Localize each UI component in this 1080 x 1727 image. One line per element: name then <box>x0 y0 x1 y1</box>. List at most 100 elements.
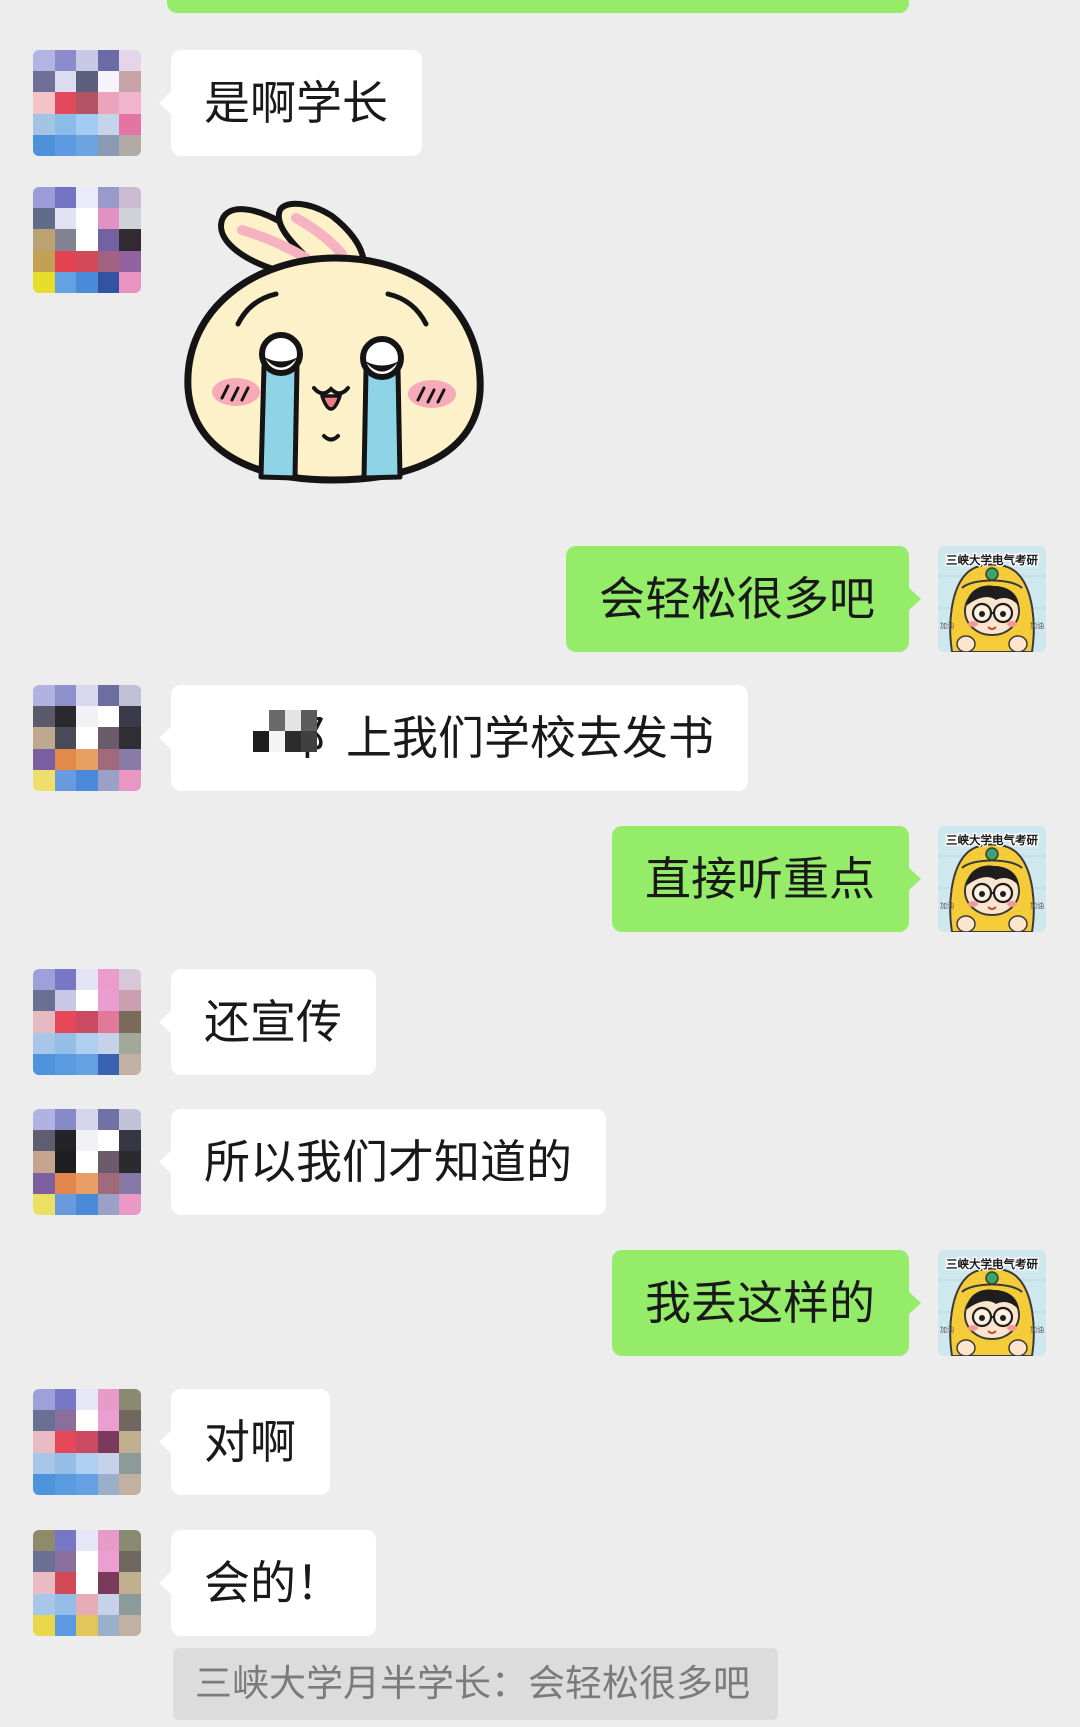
avatar-mosaic-cell <box>33 92 55 114</box>
avatar-mosaic-cell <box>119 1109 141 1131</box>
contact-avatar[interactable] <box>33 187 141 293</box>
avatar-mosaic-cell <box>97 208 120 230</box>
avatar-mosaic-cell <box>54 271 77 293</box>
contact-avatar[interactable] <box>33 685 141 791</box>
avatar-mosaic-cell <box>33 1193 55 1215</box>
avatar-mosaic-cell <box>33 1593 55 1615</box>
avatar-mosaic-cell <box>76 969 98 991</box>
avatar-mosaic-cell <box>54 50 77 72</box>
avatar-mosaic-cell <box>33 1151 55 1173</box>
message-text: 是啊学长 <box>204 77 388 129</box>
contact-avatar[interactable] <box>33 1530 141 1636</box>
avatar-mosaic-cell <box>119 187 141 209</box>
self-avatar-image: 三峡大学电气考研 加油 加油 <box>938 1250 1046 1356</box>
avatar-mosaic-cell <box>54 1410 77 1432</box>
avatar-mosaic-cell <box>97 727 120 749</box>
avatar-mosaic-cell <box>119 990 141 1012</box>
avatar-mosaic-cell <box>54 92 77 114</box>
avatar-mosaic-cell <box>119 1053 141 1075</box>
avatar-mosaic-cell <box>76 1431 98 1453</box>
avatar-side-text: 加油 <box>1030 901 1044 910</box>
avatar-mosaic-cell <box>97 134 120 156</box>
contact-avatar[interactable] <box>33 1389 141 1495</box>
avatar-mosaic-cell <box>119 748 141 770</box>
message-bubble[interactable]: 我丢这样的 <box>612 1250 921 1356</box>
avatar-mosaic-cell <box>33 271 55 293</box>
tear <box>361 367 403 481</box>
contact-avatar[interactable] <box>33 1109 141 1215</box>
bunny-cheek <box>212 378 260 406</box>
message-bubble[interactable]: 所以我们才知道的 <box>159 1109 606 1215</box>
avatar-mosaic-cell <box>76 1473 98 1495</box>
avatar-mosaic-cell <box>54 113 77 135</box>
avatar-mosaic-cell <box>119 92 141 114</box>
avatar-mosaic-cell <box>54 229 77 251</box>
avatar-mosaic-cell <box>119 1130 141 1152</box>
avatar-mosaic-cell <box>33 769 55 791</box>
avatar-mosaic-cell <box>54 1032 77 1054</box>
avatar-mosaic-cell <box>97 1053 120 1075</box>
avatar-mosaic-cell <box>76 208 98 230</box>
avatar-mosaic-cell <box>97 769 120 791</box>
message-bubble[interactable]: 阝上我们学校去发书 <box>159 685 748 791</box>
avatar-mosaic-cell <box>76 250 98 272</box>
avatar-mosaic-cell <box>76 1053 98 1075</box>
avatar-mosaic-cell <box>119 727 141 749</box>
avatar-mosaic-cell <box>33 727 55 749</box>
avatar-mosaic-cell <box>54 1109 77 1131</box>
avatar-mosaic-cell <box>97 1109 120 1131</box>
avatar-mosaic-cell <box>97 1151 120 1173</box>
avatar-mosaic-cell <box>54 990 77 1012</box>
avatar-mosaic-cell <box>119 50 141 72</box>
crying-bunny-sticker[interactable] <box>176 196 490 484</box>
quoted-message[interactable]: 三峡大学月半学长：会轻松很多吧 <box>173 1648 778 1720</box>
message-bubble[interactable]: 会轻松很多吧 <box>566 546 921 652</box>
avatar-side-text: 加油 <box>1030 621 1044 630</box>
avatar-mosaic-cell <box>54 71 77 93</box>
avatar-mosaic-cell <box>97 1431 120 1453</box>
avatar-mosaic-cell <box>119 229 141 251</box>
message-text: 会的！ <box>204 1557 342 1609</box>
avatar-mosaic-cell <box>54 1011 77 1033</box>
avatar-mosaic-cell <box>76 229 98 251</box>
avatar-mosaic-cell <box>33 1551 55 1573</box>
avatar-mosaic-cell <box>54 187 77 209</box>
avatar-mosaic-cell <box>76 706 98 728</box>
contact-avatar[interactable] <box>33 50 141 156</box>
message-bubble[interactable]: 是啊学长 <box>159 50 422 156</box>
avatar-mosaic-cell <box>97 1011 120 1033</box>
message-bubble[interactable]: 对啊 <box>159 1389 330 1495</box>
chat-message-list[interactable]: 是啊学长 会轻松很多吧 三峡大学电气考研 加油 加油 阝上我们学校去发书 直接听… <box>0 0 1080 1727</box>
self-avatar[interactable]: 三峡大学电气考研 加油 加油 <box>938 826 1046 932</box>
avatar-mosaic-cell <box>119 685 141 707</box>
contact-avatar[interactable] <box>33 969 141 1075</box>
avatar-mosaic-cell <box>76 769 98 791</box>
message-text: 所以我们才知道的 <box>204 1136 572 1188</box>
avatar-mosaic-cell <box>76 1614 98 1636</box>
avatar-mosaic-cell <box>119 1530 141 1552</box>
partial-message-bubble[interactable] <box>167 0 909 13</box>
message-bubble[interactable]: 还宣传 <box>159 969 376 1075</box>
avatar-mosaic-cell <box>54 748 77 770</box>
avatar-mosaic-cell <box>119 1452 141 1474</box>
avatar-mosaic-cell <box>119 1572 141 1594</box>
avatar-side-text: 加油 <box>940 621 954 630</box>
message-bubble[interactable]: 直接听重点 <box>612 826 921 932</box>
message-bubble[interactable]: 会的！ <box>159 1530 376 1636</box>
avatar-mosaic-cell <box>54 134 77 156</box>
avatar-mosaic-cell <box>33 1053 55 1075</box>
self-avatar[interactable]: 三峡大学电气考研 加油 加油 <box>938 546 1046 652</box>
avatar-mosaic-cell <box>119 1410 141 1432</box>
avatar-mosaic-cell <box>97 71 120 93</box>
avatar-mosaic-cell <box>33 1109 55 1131</box>
avatar-mosaic-cell <box>33 1530 55 1552</box>
avatar-mosaic-cell <box>76 1130 98 1152</box>
avatar-mosaic-cell <box>33 229 55 251</box>
self-avatar[interactable]: 三峡大学电气考研 加油 加油 <box>938 1250 1046 1356</box>
avatar-mosaic-cell <box>97 50 120 72</box>
avatar-mosaic-cell <box>97 1614 120 1636</box>
avatar-mosaic-cell <box>97 1551 120 1573</box>
avatar-mosaic-cell <box>33 134 55 156</box>
avatar-mosaic-cell <box>97 187 120 209</box>
avatar-mosaic-cell <box>54 1593 77 1615</box>
